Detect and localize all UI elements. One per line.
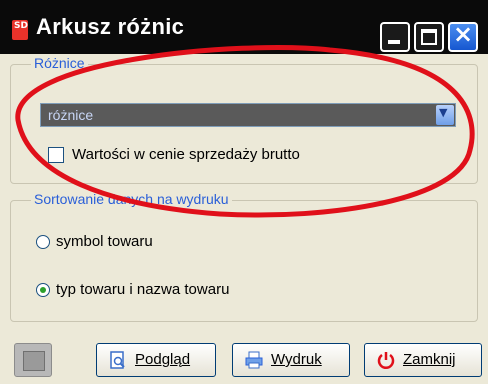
report-dialog: SD Arkusz różnic × Różnice różnice ▼ War… xyxy=(0,0,488,384)
red-highlight-ellipse xyxy=(15,45,475,218)
